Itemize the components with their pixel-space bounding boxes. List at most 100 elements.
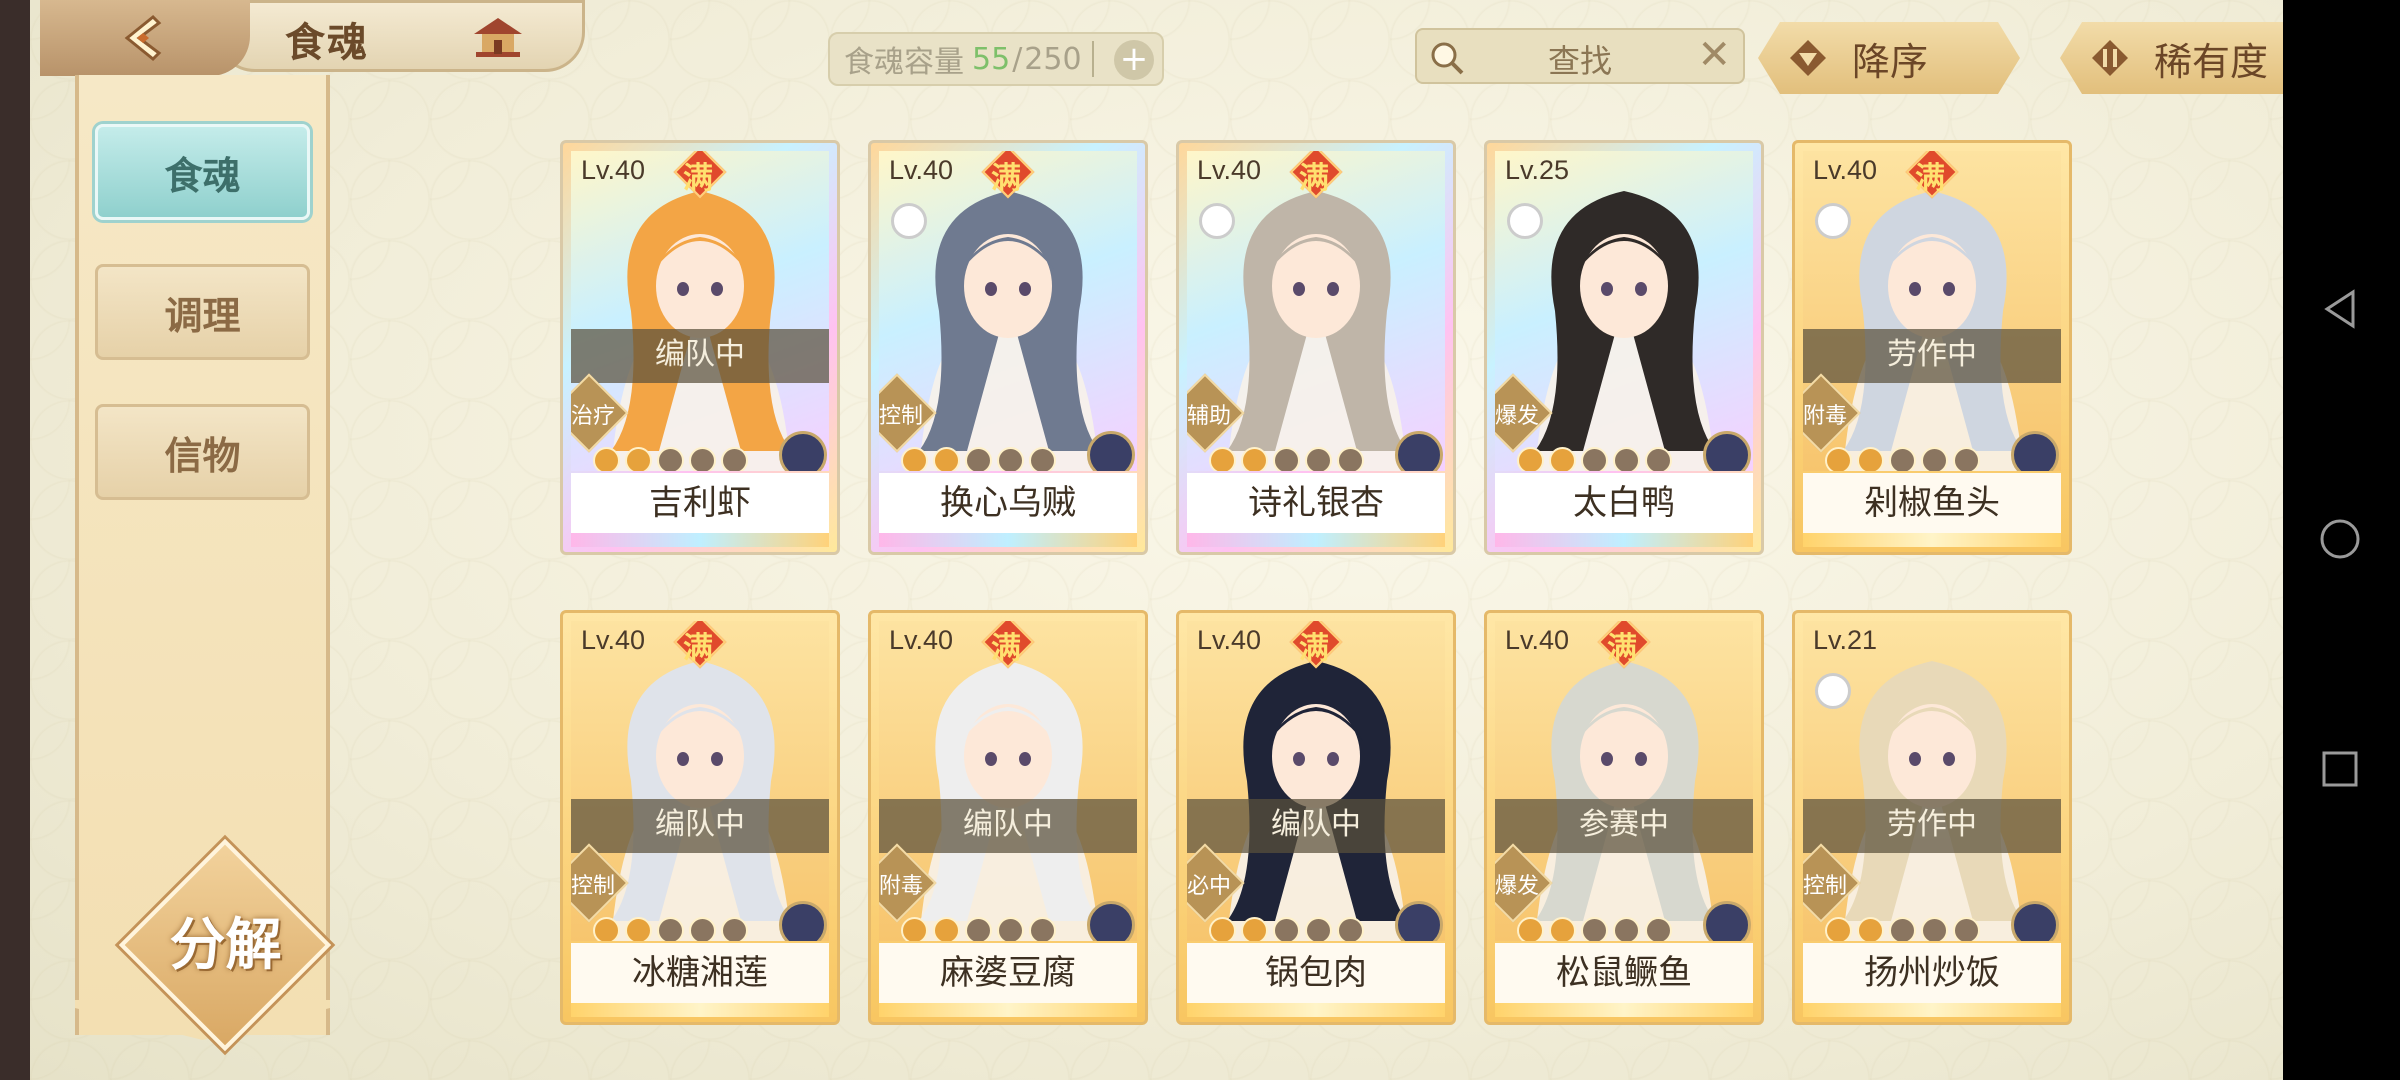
max-level-text: 满	[991, 161, 1021, 196]
level-label: Lv.40	[1197, 155, 1262, 185]
star-icon	[1953, 917, 1980, 941]
food-soul-card[interactable]: Lv.40 满编队中 附毒 麻婆豆腐	[868, 610, 1148, 1025]
card-portrait-area: Lv.40 满辅助	[1187, 151, 1445, 471]
status-banner: 编队中	[571, 329, 829, 383]
star-icon	[933, 917, 960, 941]
system-nav-bar	[2283, 0, 2400, 1080]
star-icon	[593, 447, 620, 471]
add-capacity-button[interactable]: +	[1114, 40, 1154, 80]
element-icon	[1395, 901, 1443, 941]
capacity-label: 食魂容量	[844, 45, 964, 80]
star-icon	[997, 447, 1024, 471]
tab-tokens[interactable]: 信物	[95, 404, 310, 500]
card-name: 冰糖湘莲	[571, 943, 829, 1003]
status-banner: 编队中	[1187, 799, 1445, 853]
close-icon[interactable]: ✕	[1697, 32, 1731, 78]
star-rating	[1209, 917, 1364, 941]
food-soul-card[interactable]: Lv.40 满编队中 控制 冰糖湘莲	[560, 610, 840, 1025]
max-level-text: 满	[1915, 161, 1945, 196]
card-portrait-area: Lv.40 满控制	[879, 151, 1137, 471]
food-soul-card[interactable]: Lv.40 满编队中 治疗 吉利虾	[560, 140, 840, 555]
bowl-icon	[1199, 203, 1235, 239]
card-portrait-area: Lv.40 满编队中 附毒	[879, 621, 1137, 941]
level-label: Lv.40	[889, 625, 954, 655]
nav-home-icon[interactable]	[2313, 512, 2367, 566]
card-portrait-area: Lv.40 满参赛中 爆发	[1495, 621, 1753, 941]
role-label: 附毒	[1803, 404, 1848, 429]
nav-back-icon[interactable]	[2313, 282, 2367, 336]
element-icon	[1703, 901, 1751, 941]
star-icon	[1549, 447, 1576, 471]
food-soul-card[interactable]: Lv.25 爆发 太白鸭	[1484, 140, 1764, 555]
level-label: Lv.40	[1505, 625, 1570, 655]
element-icon	[1087, 901, 1135, 941]
level-label: Lv.40	[581, 155, 646, 185]
star-icon	[1889, 447, 1916, 471]
card-portrait-area: Lv.40 满编队中 必中	[1187, 621, 1445, 941]
game-screen: 食魂 食魂容量 55 / 250 + 查找 ✕ 降序 稀有度 食魂 调理 信物 …	[30, 0, 2283, 1080]
star-rating	[901, 447, 1056, 471]
bowl-icon	[1815, 673, 1851, 709]
food-soul-card[interactable]: Lv.40 满辅助 诗礼银杏	[1176, 140, 1456, 555]
element-icon	[779, 431, 827, 471]
star-icon	[1209, 917, 1236, 941]
card-name: 松鼠鳜鱼	[1495, 943, 1753, 1003]
element-icon	[2011, 901, 2059, 941]
card-name: 诗礼银杏	[1187, 473, 1445, 533]
house-icon[interactable]	[470, 14, 526, 60]
role-label: 控制	[571, 874, 616, 899]
star-icon	[1517, 447, 1544, 471]
star-icon	[1305, 917, 1332, 941]
star-icon	[1581, 917, 1608, 941]
bowl-icon	[891, 203, 927, 239]
role-label: 爆发	[1495, 404, 1540, 429]
star-icon	[1857, 447, 1884, 471]
food-soul-card[interactable]: Lv.40 满控制 换心乌贼	[868, 140, 1148, 555]
star-icon	[1953, 447, 1980, 471]
title-pill	[215, 0, 585, 72]
card-name: 麻婆豆腐	[879, 943, 1137, 1003]
sort-key-label: 稀有度	[2154, 39, 2269, 84]
star-icon	[1273, 447, 1300, 471]
level-label: Lv.21	[1813, 625, 1878, 655]
star-icon	[1825, 447, 1852, 471]
sort-order-button[interactable]: 降序	[1758, 22, 2020, 94]
food-soul-card[interactable]: Lv.40 满参赛中 爆发 松鼠鳜鱼	[1484, 610, 1764, 1025]
star-icon	[1209, 447, 1236, 471]
star-rating	[1517, 447, 1672, 471]
star-icon	[1305, 447, 1332, 471]
card-name: 太白鸭	[1495, 473, 1753, 533]
star-icon	[1241, 917, 1268, 941]
tab-food-souls[interactable]: 食魂	[95, 124, 310, 220]
status-banner: 参赛中	[1495, 799, 1753, 853]
back-button[interactable]	[40, 0, 250, 76]
tab-conditioning[interactable]: 调理	[95, 264, 310, 360]
food-soul-card[interactable]: Lv.40 满编队中 必中 锅包肉	[1176, 610, 1456, 1025]
star-icon	[1825, 917, 1852, 941]
star-icon	[657, 447, 684, 471]
star-icon	[901, 917, 928, 941]
star-icon	[965, 917, 992, 941]
role-label: 治疗	[571, 404, 616, 429]
star-icon	[625, 917, 652, 941]
element-icon	[2011, 431, 2059, 471]
star-icon	[1241, 447, 1268, 471]
max-level-text: 满	[1607, 631, 1637, 666]
star-icon	[1645, 447, 1672, 471]
food-soul-card[interactable]: Lv.21 劳作中 控制 扬州炒饭	[1792, 610, 2072, 1025]
element-icon	[1395, 431, 1443, 471]
capacity-total: 250	[1024, 41, 1082, 77]
level-label: Lv.40	[889, 155, 954, 185]
nav-recents-icon[interactable]	[2313, 742, 2367, 796]
element-icon	[779, 901, 827, 941]
star-icon	[1549, 917, 1576, 941]
decompose-label: 分解	[169, 912, 282, 978]
sort-order-label: 降序	[1852, 39, 1929, 84]
star-icon	[1337, 917, 1364, 941]
level-label: Lv.40	[1197, 625, 1262, 655]
sort-key-button[interactable]: 稀有度	[2060, 22, 2283, 94]
max-level-text: 满	[683, 161, 713, 196]
food-soul-card[interactable]: Lv.40 满劳作中 附毒 剁椒鱼头	[1792, 140, 2072, 555]
card-portrait-area: Lv.21 劳作中 控制	[1803, 621, 2061, 941]
search-box[interactable]: 查找 ✕	[1415, 28, 1745, 84]
